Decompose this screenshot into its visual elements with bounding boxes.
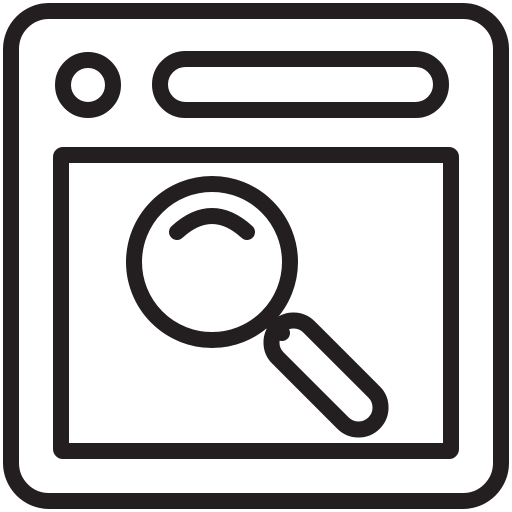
icon-svg: [3, 3, 509, 509]
browser-frame: [3, 3, 509, 509]
address-bar: [152, 51, 449, 118]
browser-window-search-icon: [0, 0, 512, 512]
window-control-dot-icon: [55, 52, 121, 118]
magnifier-handle-icon: [263, 312, 389, 438]
magnifier-highlight: [169, 208, 255, 240]
